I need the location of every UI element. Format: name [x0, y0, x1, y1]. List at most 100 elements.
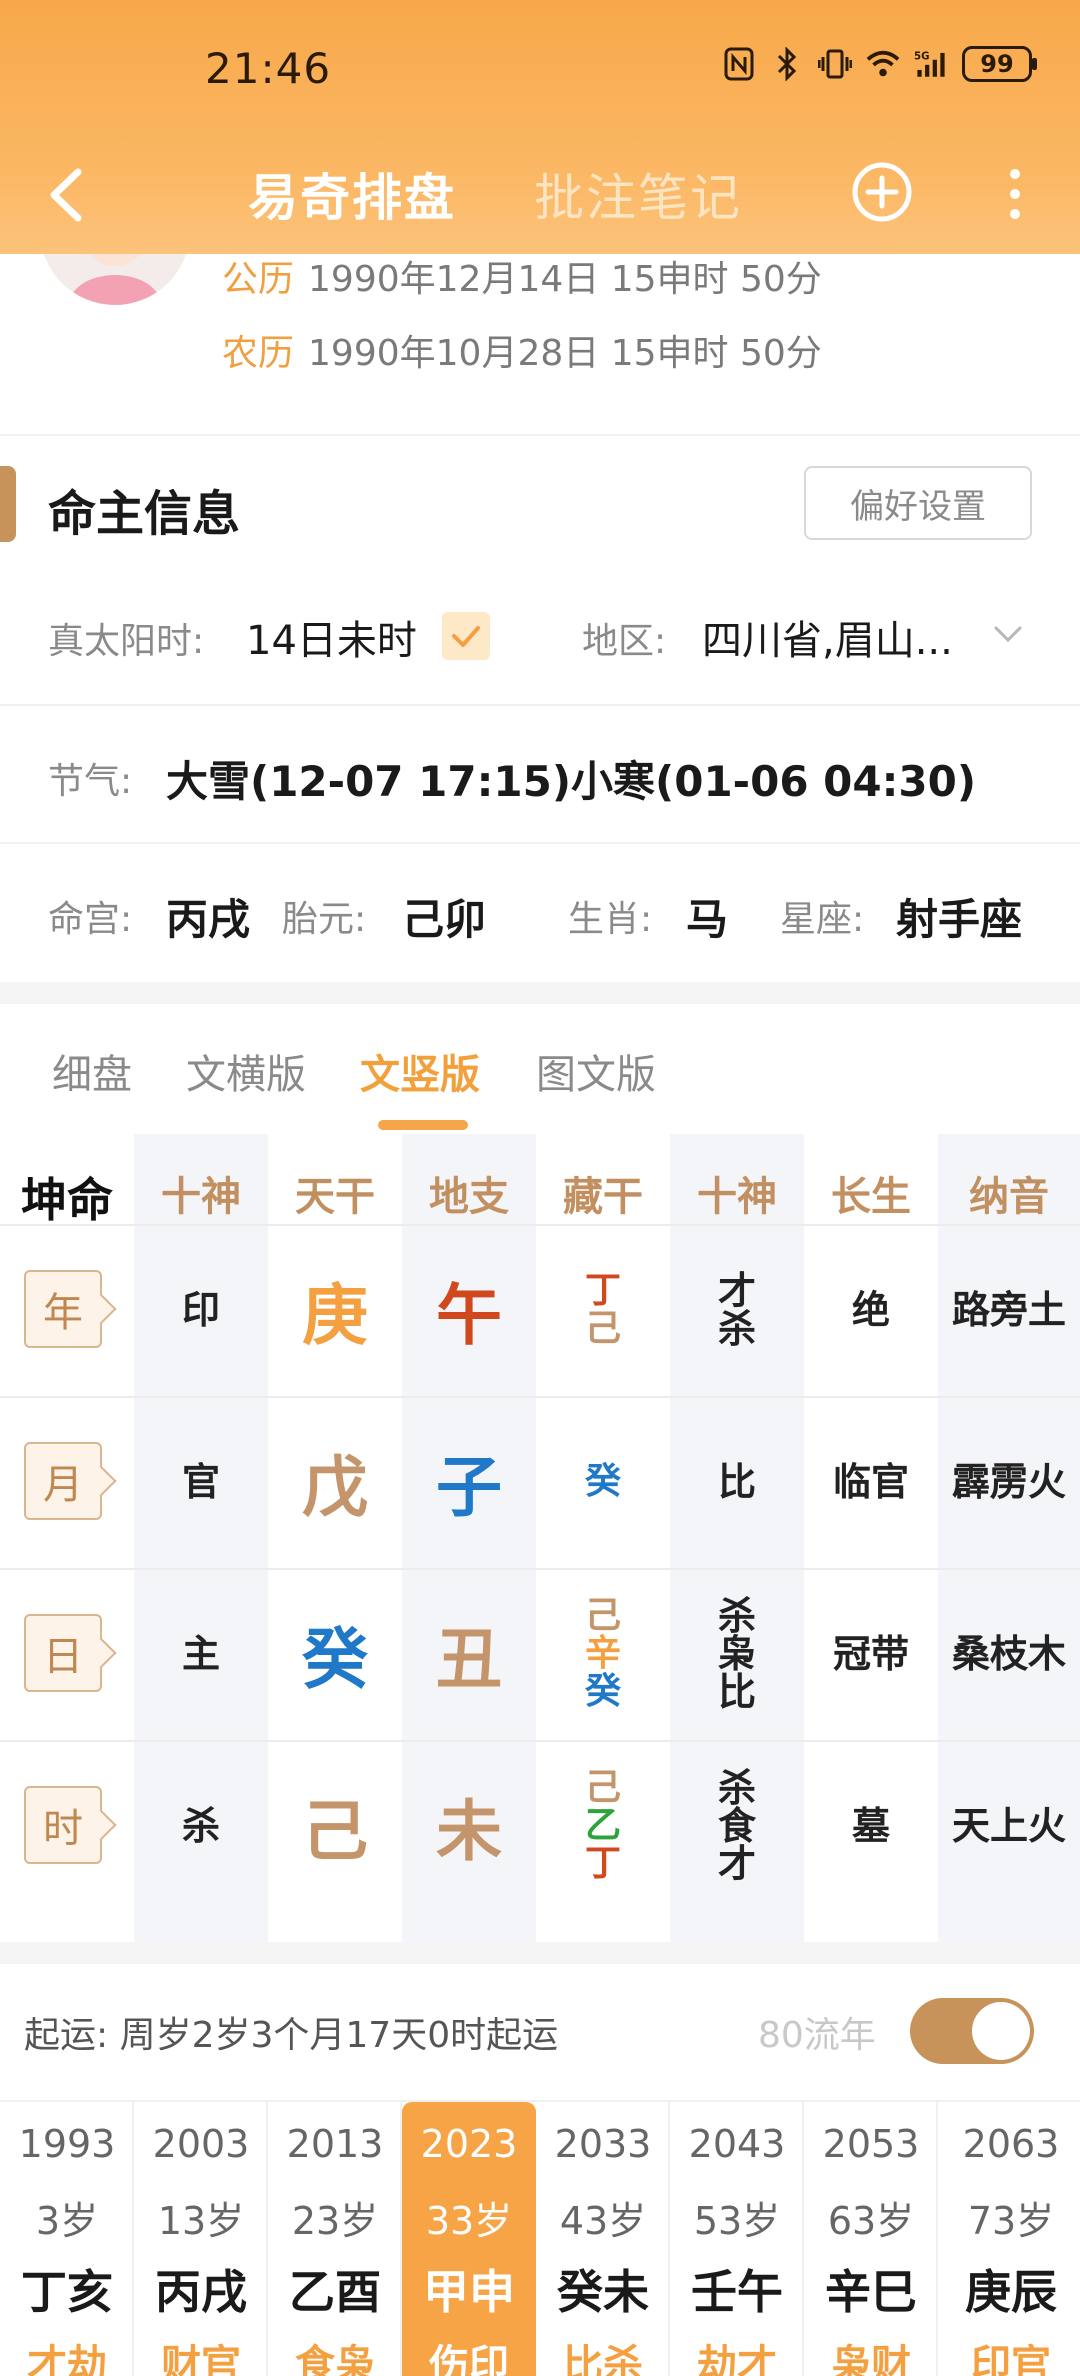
hidden-stem: 辛 [584, 1633, 621, 1675]
cell-branch: 丑 [402, 1568, 536, 1740]
ten-god-text: 杀 [181, 1804, 220, 1848]
lunar-value: 1990年10月28日 15申时 50分 [308, 333, 822, 374]
divider [0, 704, 1080, 706]
dayun-ganzhi: 壬午 [691, 2265, 783, 2319]
lunar-date-row: 农历 1990年10月28日 15申时 50分 [222, 324, 822, 376]
tab-notes[interactable]: 批注笔记 [534, 158, 742, 230]
header-shishen: 十神 [161, 1174, 241, 1220]
dayun-ten-gods: 食枭 [295, 2342, 375, 2376]
add-circle-icon[interactable] [850, 160, 914, 224]
earthly-branch: 未 [436, 1793, 502, 1870]
tab-yiqi-paipan[interactable]: 易奇排盘 [248, 158, 456, 230]
header-canggan: 藏干 [563, 1174, 643, 1220]
pillar-label[interactable]: 月 [24, 1442, 102, 1520]
tab-tuwenban[interactable]: 图文版 [536, 1042, 656, 1100]
section-title: 命主信息 [48, 486, 241, 542]
status-time: 21:46 [205, 44, 332, 93]
hidden-stem: 丁 [584, 1842, 621, 1884]
dayun-age: 73岁 [967, 2199, 1055, 2243]
cell-stem: 庚 [268, 1224, 402, 1396]
qiyun-text: 起运: 周岁2岁3个月17天0时起运 [24, 2015, 559, 2056]
changsheng-text: 冠带 [832, 1632, 909, 1676]
dayun-strip: 1993 3岁 丁亥 才劫 2003 13岁 丙戌 财官 2013 23岁 乙酉 食枭 2023 33岁甲… [0, 2102, 1080, 2376]
dayun-ten-gods: 劫才 [697, 2342, 777, 2376]
dayun-age: 23岁 [291, 2199, 379, 2243]
cell-stem: 己 [268, 1740, 402, 1912]
cell-changsheng: 墓 [804, 1740, 938, 1912]
hidden-stem: 丁 [584, 1270, 621, 1312]
dayun-age: 13岁 [157, 2199, 245, 2243]
changsheng-text: 墓 [851, 1804, 890, 1848]
status-icons: 5G 99 [722, 46, 1037, 82]
divider [0, 842, 1080, 844]
liunian-label: 80流年 [758, 2015, 876, 2056]
chevron-down-icon[interactable] [990, 620, 1026, 648]
hidden-stem: 癸 [584, 1670, 621, 1712]
cell-hidden-stems: 癸 [536, 1396, 670, 1568]
cell-nayin: 天上火 [938, 1740, 1080, 1912]
pillar-label[interactable]: 日 [24, 1614, 102, 1692]
liunian-toggle[interactable] [910, 1998, 1034, 2064]
back-arrow-icon[interactable] [40, 160, 100, 230]
header-tiangan: 天干 [295, 1174, 375, 1220]
cell-hidden-stems: 己辛癸 [536, 1568, 670, 1740]
earthly-branch: 丑 [436, 1621, 502, 1698]
nayin-text: 天上火 [951, 1804, 1066, 1848]
preference-settings-button[interactable]: 偏好设置 [804, 466, 1032, 540]
bluetooth-icon [770, 47, 804, 81]
dayun-item[interactable]: 2013 23岁 乙酉 食枭 [268, 2102, 402, 2376]
dayun-ganzhi: 丁亥 [21, 2265, 113, 2319]
more-vertical-icon[interactable] [1000, 162, 1030, 226]
header-kunming: 坤命 [21, 1173, 113, 1227]
section-gap [0, 1942, 1080, 1964]
cell-changsheng: 绝 [804, 1224, 938, 1396]
check-icon[interactable] [442, 612, 490, 660]
bazi-grid: 坤命 十神 天干 地支 藏干 十神 长生 纳音 年印庚午丁己才杀绝路旁土月官戊子… [0, 1134, 1080, 1942]
ten-god-sub: 比 [717, 1460, 756, 1504]
dayun-age: 3岁 [35, 2199, 99, 2243]
cell-changsheng: 临官 [804, 1396, 938, 1568]
taiyuan-value: 己卯 [402, 895, 487, 944]
dayun-age: 33岁 [425, 2199, 513, 2243]
divider [0, 434, 1080, 436]
dayun-age: 53岁 [693, 2199, 781, 2243]
cell-branch: 午 [402, 1224, 536, 1396]
taiyuan-label: 胎元: [282, 899, 367, 940]
hidden-stem: 己 [584, 1595, 621, 1637]
pillar-label[interactable]: 年 [24, 1270, 102, 1348]
battery-icon: 99 [962, 46, 1037, 82]
region-value[interactable]: 四川省,眉山... [702, 608, 953, 666]
ten-god-sub: 才 [717, 1269, 756, 1313]
dayun-item[interactable]: 2053 63岁 辛巳 枭财 [804, 2102, 938, 2376]
dayun-item[interactable]: 1993 3岁 丁亥 才劫 [0, 2102, 134, 2376]
cell-stem: 癸 [268, 1568, 402, 1740]
cell-nayin: 霹雳火 [938, 1396, 1080, 1568]
ten-god-sub: 枭 [717, 1632, 756, 1676]
cell-changsheng: 冠带 [804, 1568, 938, 1740]
earthly-branch: 午 [436, 1277, 502, 1354]
vibrate-icon [818, 47, 852, 81]
dayun-ten-gods: 才劫 [27, 2342, 107, 2376]
cell-ten-god: 杀 [134, 1740, 268, 1912]
pillar-label[interactable]: 时 [24, 1786, 102, 1864]
tab-wenshuban[interactable]: 文竖版 [360, 1042, 480, 1100]
dayun-item[interactable]: 2033 43岁 癸未 比杀 [536, 2102, 670, 2376]
ten-god-sub: 才 [717, 1842, 756, 1886]
dayun-item[interactable]: 2023 33岁 甲申 伤印 [402, 2102, 536, 2376]
dayun-ten-gods: 伤印 [429, 2342, 509, 2376]
heavenly-stem: 庚 [302, 1277, 368, 1354]
true-solar-label: 真太阳时: [48, 621, 205, 662]
section-gap [0, 982, 1080, 1004]
region-label: 地区: [582, 621, 667, 662]
tab-xipan[interactable]: 细盘 [52, 1042, 132, 1100]
minggong-value: 丙戌 [166, 895, 251, 944]
cell-ten-god-2: 杀枭比 [670, 1568, 804, 1740]
toggle-knob [972, 2002, 1030, 2060]
svg-text:5G: 5G [914, 52, 929, 63]
dayun-ganzhi: 丙戌 [155, 2265, 247, 2319]
cell-branch: 未 [402, 1740, 536, 1912]
tab-wenhengban[interactable]: 文横版 [186, 1042, 306, 1100]
dayun-item[interactable]: 2043 53岁 壬午 劫才 [670, 2102, 804, 2376]
dayun-item[interactable]: 2003 13岁 丙戌 财官 [134, 2102, 268, 2376]
dayun-item[interactable]: 2063 73岁 庚辰 印官 [938, 2102, 1080, 2376]
